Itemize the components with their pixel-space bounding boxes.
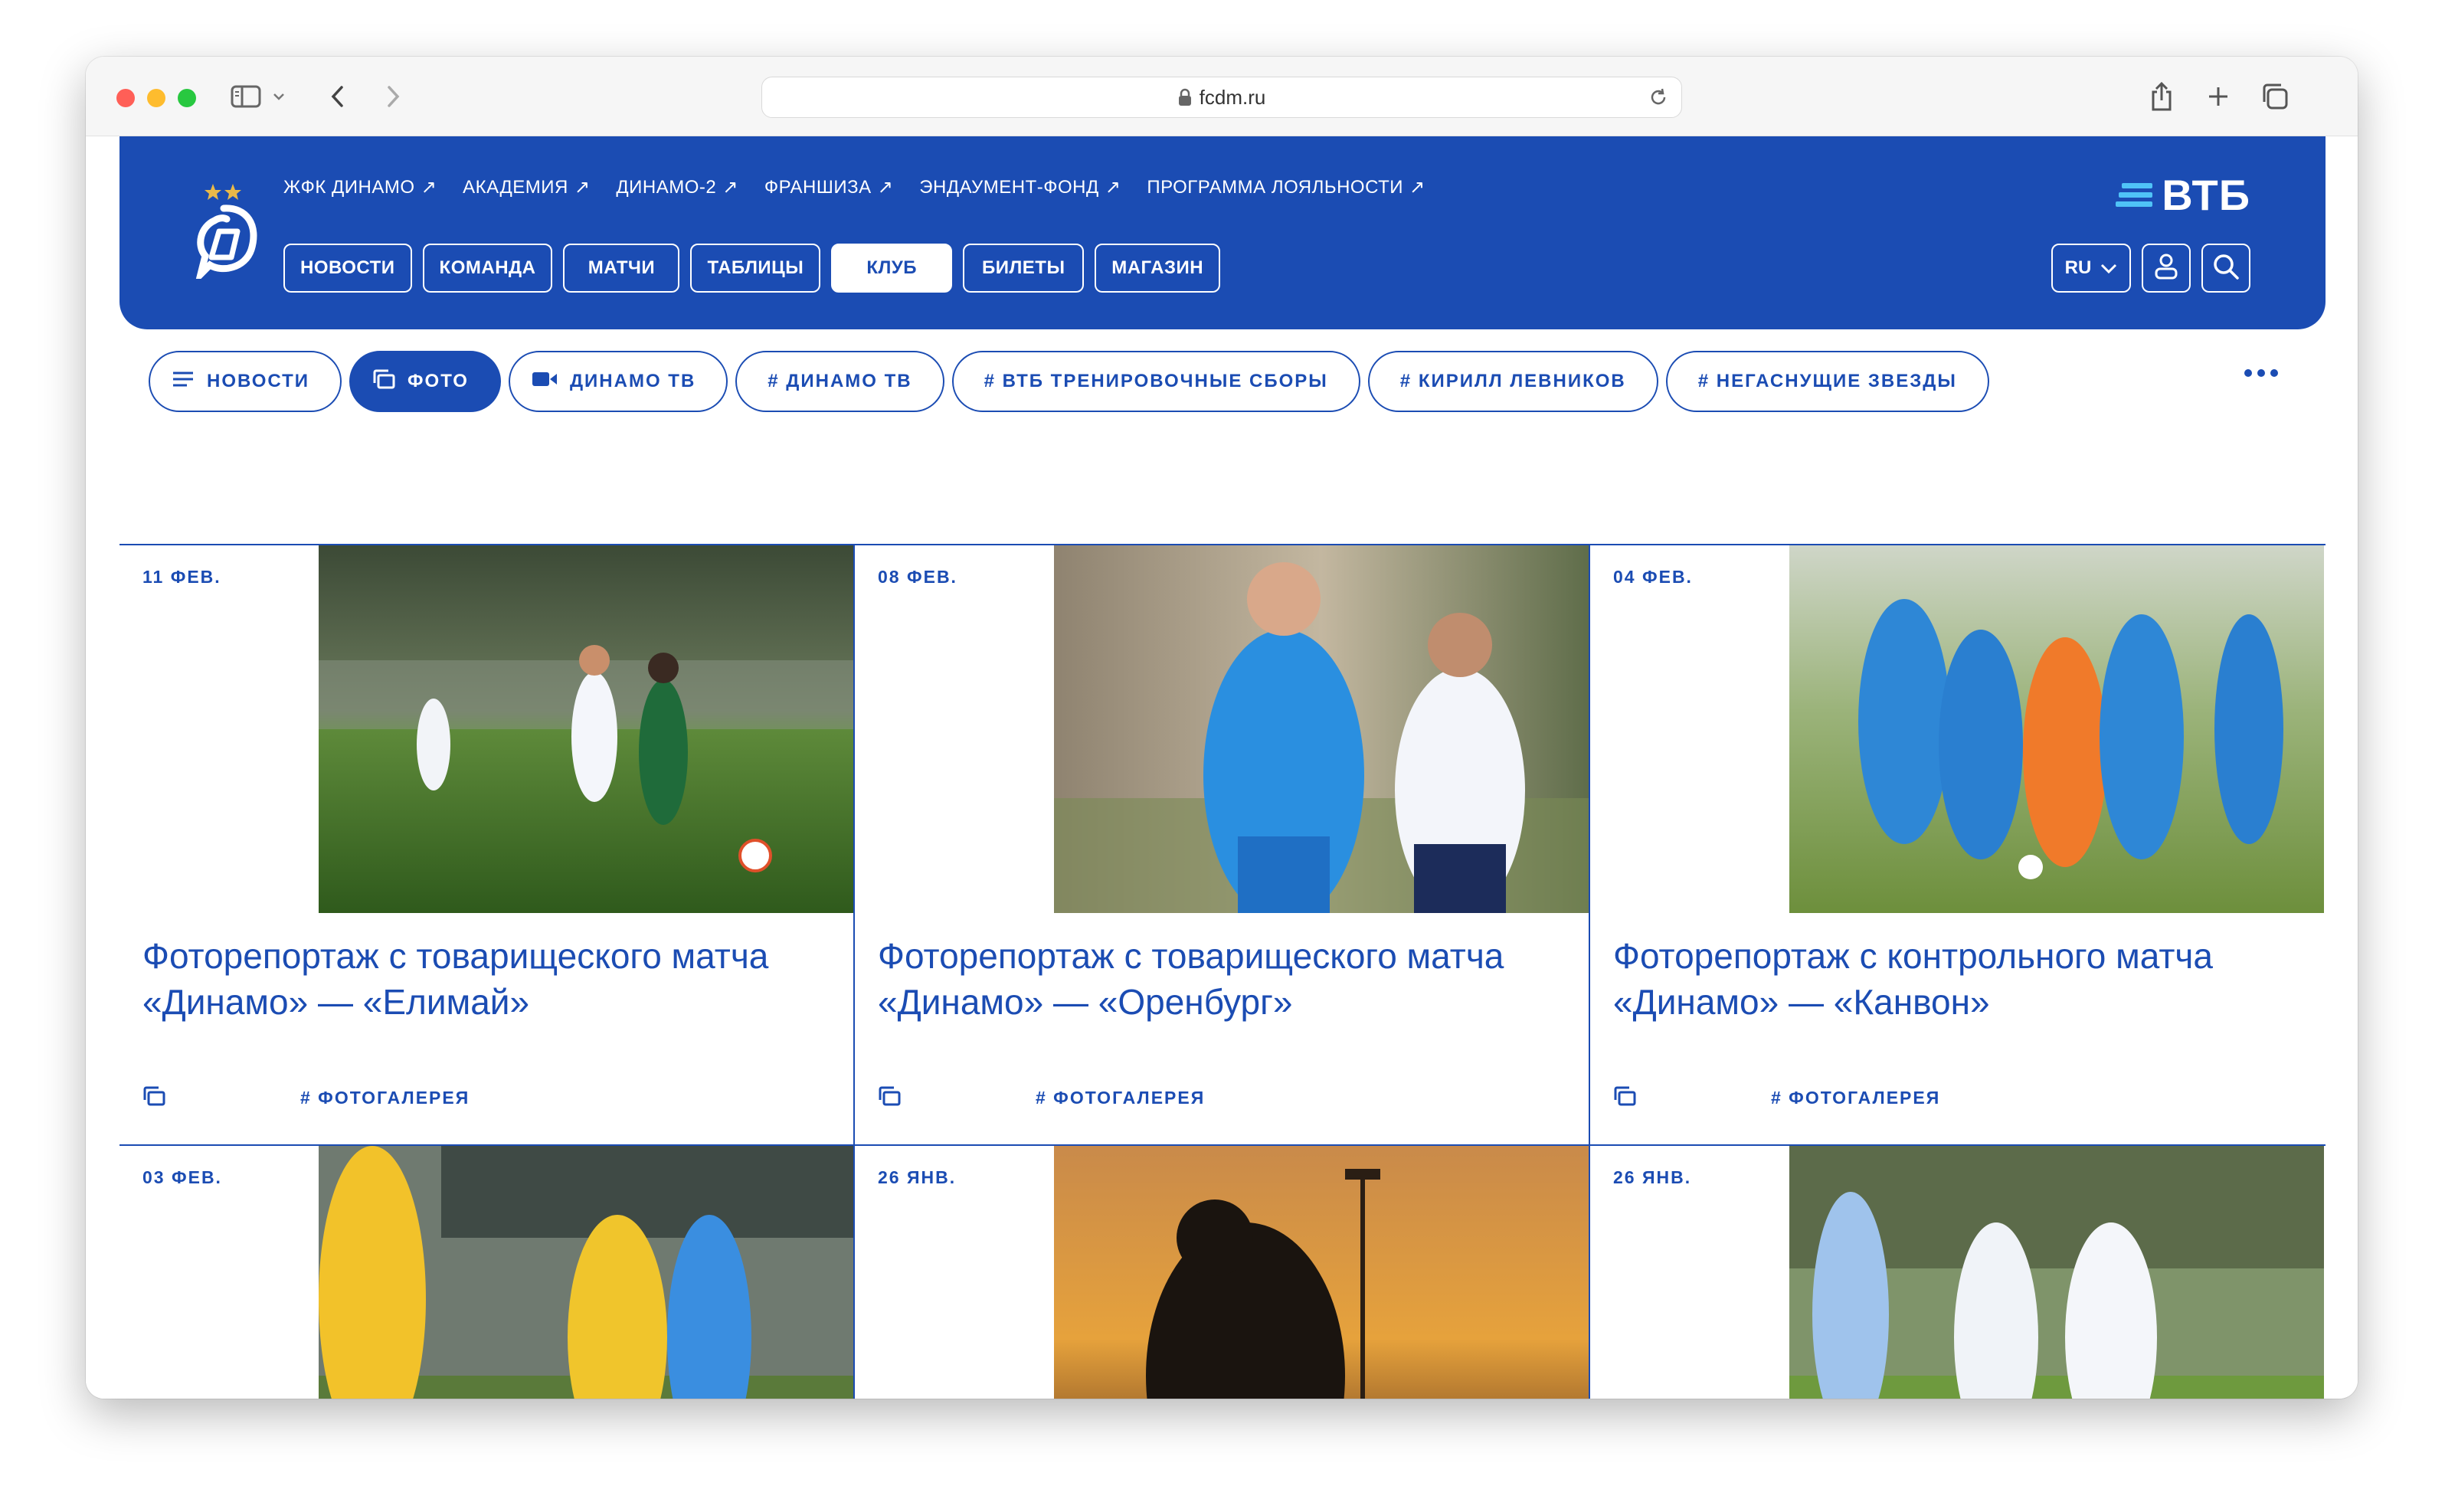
gallery-row: 03 ФЕВ. 26 ЯНВ. 26 ЯНВ. [119, 1146, 2326, 1399]
gallery-row: 11 ФЕВ. Фоторепортаж с товарищеского мат… [119, 545, 2326, 1146]
tab-overview-icon[interactable] [2260, 80, 2290, 113]
video-camera-icon [532, 371, 558, 393]
forward-arrow-icon[interactable] [381, 80, 404, 113]
profile-button[interactable] [2142, 244, 2191, 293]
card-footer: # ФОТОГАЛЕРЕЯ [878, 1086, 1205, 1110]
content-filters: НОВОСТИ ФОТО ДИНАМО ТВ # ДИНАМО ТВ # ВТБ… [149, 351, 1989, 412]
dynamo-logo[interactable] [193, 179, 262, 286]
nav-shop[interactable]: МАГАЗИН [1095, 244, 1221, 293]
chevron-down-icon[interactable] [270, 80, 288, 113]
gallery-card[interactable]: 08 ФЕВ. Фоторепортаж с товарищеского мат… [855, 545, 1590, 1144]
browser-toolbar: fcdm.ru [86, 57, 2358, 136]
share-icon[interactable] [2146, 80, 2177, 113]
card-photo[interactable] [319, 545, 853, 913]
zoom-window-button[interactable] [178, 89, 196, 107]
browser-window: fcdm.ru ЖФК ДИНАМО ↗ АКАДЕМИЯ ↗ ДИНАМО-2… [86, 57, 2358, 1399]
close-window-button[interactable] [116, 89, 135, 107]
gallery-card[interactable]: 26 ЯНВ. [855, 1146, 1590, 1399]
card-photo[interactable] [1789, 1146, 2324, 1399]
chevron-down-icon [2100, 257, 2117, 279]
site-header: ЖФК ДИНАМО ↗ АКАДЕМИЯ ↗ ДИНАМО-2 ↗ ФРАНШИЗА… [119, 136, 2326, 329]
gallery-icon [372, 369, 395, 394]
arrow-up-right-icon: ↗ [1105, 177, 1121, 198]
secondary-nav: ЖФК ДИНАМО ↗ АКАДЕМИЯ ↗ ДИНАМО-2 ↗ ФРАНШИЗА… [283, 176, 1425, 198]
top-link-franchise[interactable]: ФРАНШИЗА ↗ [764, 176, 893, 198]
more-filters-icon[interactable] [2244, 369, 2278, 377]
gallery-card[interactable]: 11 ФЕВ. Фоторепортаж с товарищеского мат… [119, 545, 855, 1144]
filter-tag-kirill-levnikov[interactable]: # КИРИЛЛ ЛЕВНИКОВ [1367, 351, 1658, 412]
top-link-dynamo-2[interactable]: ДИНАМО-2 ↗ [616, 176, 738, 198]
card-title[interactable]: Фоторепортаж с товарищеского матча «Дина… [142, 933, 817, 1025]
gallery-icon [142, 1086, 165, 1110]
card-tag[interactable]: # ФОТОГАЛЕРЕЯ [1771, 1088, 1940, 1108]
nav-matches[interactable]: МАТЧИ [563, 244, 680, 293]
user-icon [2154, 253, 2178, 284]
card-date: 26 ЯНВ. [878, 1167, 957, 1187]
filter-tag-dynamo-tv[interactable]: # ДИНАМО ТВ [735, 351, 944, 412]
card-tag[interactable]: # ФОТОГАЛЕРЕЯ [1036, 1088, 1205, 1108]
search-icon [2212, 253, 2240, 284]
gallery-icon [878, 1086, 901, 1110]
back-arrow-icon[interactable] [326, 80, 349, 113]
gallery-card[interactable]: 03 ФЕВ. [119, 1146, 855, 1399]
gallery-card[interactable]: 04 ФЕВ. Фоторепортаж с контрольного матч… [1590, 545, 2326, 1144]
arrow-up-right-icon: ↗ [1409, 177, 1425, 198]
card-photo[interactable] [319, 1146, 853, 1399]
header-controls: RU [2051, 244, 2250, 293]
card-photo[interactable] [1054, 1146, 1589, 1399]
nav-tables[interactable]: ТАБЛИЦЫ [690, 244, 821, 293]
gallery-icon [1613, 1086, 1636, 1110]
filter-photo[interactable]: ФОТО [349, 351, 501, 412]
nav-club[interactable]: КЛУБ [831, 244, 953, 293]
card-footer: # ФОТОГАЛЕРЕЯ [1613, 1086, 1940, 1110]
nav-tickets[interactable]: БИЛЕТЫ [963, 244, 1085, 293]
filter-tag-vtb-camps[interactable]: # ВТБ ТРЕНИРОВОЧНЫЕ СБОРЫ [951, 351, 1360, 412]
filter-dynamo-tv[interactable]: ДИНАМО ТВ [508, 351, 728, 412]
filter-news[interactable]: НОВОСТИ [149, 351, 342, 412]
card-date: 08 ФЕВ. [878, 567, 957, 587]
card-title[interactable]: Фоторепортаж с товарищеского матча «Дина… [878, 933, 1552, 1025]
card-date: 26 ЯНВ. [1613, 1167, 1692, 1187]
reload-icon[interactable] [1648, 87, 1669, 113]
top-link-loyalty[interactable]: ПРОГРАММА ЛОЯЛЬНОСТИ ↗ [1147, 176, 1425, 198]
address-bar[interactable]: fcdm.ru [761, 77, 1682, 118]
new-tab-icon[interactable] [2203, 80, 2234, 113]
sponsor-name: ВТБ [2162, 171, 2250, 219]
card-footer: # ФОТОГАЛЕРЕЯ [142, 1086, 470, 1110]
card-photo[interactable] [1054, 545, 1589, 913]
minimize-window-button[interactable] [147, 89, 165, 107]
language-value: RU [2064, 257, 2092, 278]
sidebar-toggle-icon[interactable] [228, 80, 263, 113]
card-date: 03 ФЕВ. [142, 1167, 222, 1187]
top-link-endowment[interactable]: ЭНДАУМЕНТ-ФОНД ↗ [919, 176, 1121, 198]
card-date: 04 ФЕВ. [1613, 567, 1693, 587]
card-title[interactable]: Фоторепортаж с контрольного матча «Динам… [1613, 933, 2287, 1025]
card-photo[interactable] [1789, 545, 2324, 913]
url-text: fcdm.ru [1199, 85, 1266, 109]
sponsor-logo[interactable]: ВТБ [2116, 170, 2250, 220]
card-date: 11 ФЕВ. [142, 567, 221, 587]
arrow-up-right-icon: ↗ [877, 177, 894, 198]
gallery-card[interactable]: 26 ЯНВ. [1590, 1146, 2326, 1399]
lock-icon [1178, 88, 1192, 106]
menu-icon [172, 371, 195, 393]
language-select[interactable]: RU [2051, 244, 2131, 293]
photo-gallery-grid: 11 ФЕВ. Фоторепортаж с товарищеского мат… [119, 544, 2326, 1399]
top-link-womens-club[interactable]: ЖФК ДИНАМО ↗ [283, 176, 437, 198]
filter-tag-undying-stars[interactable]: # НЕГАСНУЩИЕ ЗВЕЗДЫ [1665, 351, 1989, 412]
arrow-up-right-icon: ↗ [722, 177, 738, 198]
main-nav: НОВОСТИ КОМАНДА МАТЧИ ТАБЛИЦЫ КЛУБ БИЛЕТ… [283, 244, 1221, 293]
card-tag[interactable]: # ФОТОГАЛЕРЕЯ [300, 1088, 470, 1108]
top-link-academy[interactable]: АКАДЕМИЯ ↗ [463, 176, 590, 198]
arrow-up-right-icon: ↗ [421, 177, 437, 198]
nav-team[interactable]: КОМАНДА [422, 244, 553, 293]
vtb-stripes-icon [2116, 183, 2153, 207]
nav-news[interactable]: НОВОСТИ [283, 244, 412, 293]
search-button[interactable] [2201, 244, 2250, 293]
arrow-up-right-icon: ↗ [574, 177, 591, 198]
website-content: ЖФК ДИНАМО ↗ АКАДЕМИЯ ↗ ДИНАМО-2 ↗ ФРАНШИЗА… [86, 136, 2358, 1399]
